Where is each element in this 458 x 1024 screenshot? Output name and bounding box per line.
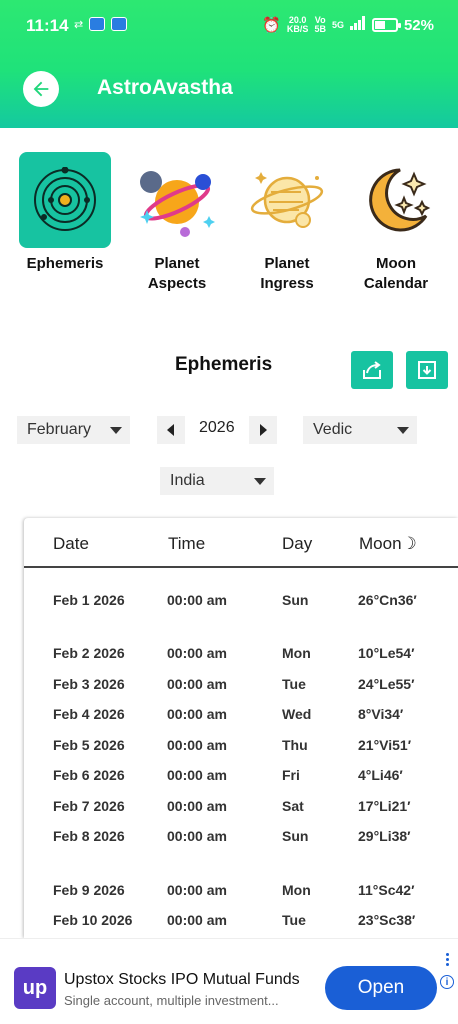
column-header-day: Day xyxy=(282,534,313,553)
sync-icon: ⇄ xyxy=(74,18,84,31)
app-notification-icon xyxy=(111,17,128,31)
chevron-down-icon xyxy=(254,478,266,485)
table-row: Feb 10 2026 00:00 am Tue 23°Sc38′ xyxy=(53,912,416,928)
tile-label: Planet Ingress xyxy=(260,255,314,292)
system-select[interactable]: Vedic xyxy=(303,416,417,444)
network-type: 5G xyxy=(331,19,344,30)
battery-icon xyxy=(371,18,401,32)
status-right-icons: ⏰ 20.0 KB/S Vo 5B 5G 52% xyxy=(262,15,434,35)
ephemeris-icon xyxy=(19,152,111,248)
chevron-down-icon xyxy=(110,427,122,434)
moon-calendar-icon xyxy=(350,152,442,248)
system-value: Vedic xyxy=(313,421,353,438)
country-value: India xyxy=(170,472,205,489)
status-notification-icons: ⇄ xyxy=(74,17,128,31)
table-row: Feb 9 2026 00:00 am Mon 11°Sc42′ xyxy=(53,882,415,898)
status-bar: 11:14 ⇄ ⏰ 20.0 KB/S Vo 5B 5G 52% xyxy=(0,0,458,52)
tile-label: Moon Calendar xyxy=(363,255,429,292)
section-title: Ephemeris xyxy=(175,354,273,375)
table-row: Feb 8 2026 00:00 am Sun 29°Li38′ xyxy=(53,828,411,844)
ephemeris-table[interactable]: Date Time Day Moon☽ Feb 1 2026 00:00 am Su… xyxy=(24,518,458,938)
ad-open-button[interactable]: Open xyxy=(325,966,437,1010)
triangle-left-icon xyxy=(167,424,174,436)
network-speed: 20.0 KB/S xyxy=(286,15,309,34)
planet-ingress-icon xyxy=(241,152,333,248)
tile-moon-calendar[interactable]: Moon Calendar xyxy=(341,152,451,294)
app-header: 11:14 ⇄ ⏰ 20.0 KB/S Vo 5B 5G 52% AstroAvas… xyxy=(0,0,458,128)
table-row: Feb 7 2026 00:00 am Sat 17°Li21′ xyxy=(53,798,411,814)
prev-year-button[interactable] xyxy=(157,416,185,444)
share-icon xyxy=(363,361,381,379)
battery-level xyxy=(374,21,385,29)
tile-planet-ingress[interactable]: Planet Ingress xyxy=(232,152,342,294)
download-icon xyxy=(418,361,436,379)
share-button[interactable] xyxy=(351,351,393,389)
feature-tiles: Ephemeris Planet Aspects Planet Ingress … xyxy=(0,152,458,302)
table-header: Date Time Day Moon☽ xyxy=(24,518,458,568)
battery-percent: 52% xyxy=(403,16,434,34)
ad-title: Upstox Stocks IPO Mutual Funds xyxy=(64,971,300,988)
ad-info-icon[interactable]: i xyxy=(440,975,454,989)
status-time: 11:14 xyxy=(26,16,69,35)
more-icon[interactable] xyxy=(446,953,450,967)
table-row: Feb 4 2026 00:00 am Wed 8°Vi34′ xyxy=(53,706,404,722)
table-row: Feb 3 2026 00:00 am Tue 24°Le55′ xyxy=(53,676,415,692)
upstox-logo: up xyxy=(14,967,56,1009)
app-bar: AstroAvastha xyxy=(0,60,458,116)
tile-planet-aspects[interactable]: Planet Aspects xyxy=(122,152,232,294)
column-header-date: Date xyxy=(53,534,89,553)
arrow-left-icon xyxy=(33,81,49,97)
tile-label: Planet Aspects xyxy=(147,255,207,292)
table-row: Feb 6 2026 00:00 am Fri 4°Li46′ xyxy=(53,767,403,783)
table-row: Feb 1 2026 00:00 am Sun 26°Cn36′ xyxy=(53,592,417,608)
triangle-right-icon xyxy=(260,424,267,436)
year-value: 2026 xyxy=(199,419,235,436)
ad-subtitle: Single account, multiple investment... xyxy=(64,993,279,1008)
chevron-down-icon xyxy=(397,427,409,434)
signal-icon xyxy=(349,16,366,34)
ad-banner[interactable]: up Upstox Stocks IPO Mutual Funds Single… xyxy=(0,938,458,1024)
tile-ephemeris[interactable]: Ephemeris xyxy=(10,152,120,274)
tile-label: Ephemeris xyxy=(26,255,104,272)
country-select[interactable]: India xyxy=(160,467,274,495)
back-button[interactable] xyxy=(23,71,59,107)
alarm-icon: ⏰ xyxy=(262,17,281,34)
volte-indicator: Vo 5B xyxy=(314,15,326,34)
column-header-time: Time xyxy=(168,534,206,553)
next-year-button[interactable] xyxy=(249,416,277,444)
planet-aspects-icon xyxy=(131,152,223,248)
download-button[interactable] xyxy=(406,351,448,389)
month-select[interactable]: February xyxy=(17,416,130,444)
column-header-moon: Moon☽ xyxy=(359,534,417,553)
app-notification-icon xyxy=(89,17,106,31)
table-row: Feb 2 2026 00:00 am Mon 10°Le54′ xyxy=(53,645,415,661)
app-title: AstroAvastha xyxy=(97,76,233,99)
table-row: Feb 5 2026 00:00 am Thu 21°Vi51′ xyxy=(53,737,412,753)
month-value: February xyxy=(27,421,92,438)
